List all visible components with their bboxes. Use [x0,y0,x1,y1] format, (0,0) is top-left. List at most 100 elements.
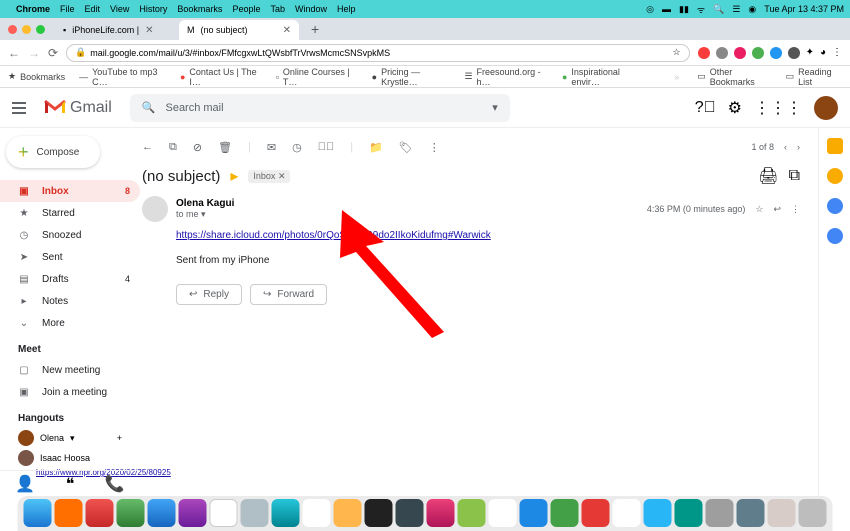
keep-addon-icon[interactable] [827,168,843,184]
menu-view[interactable]: View [110,4,129,14]
menu-tab[interactable]: Tab [270,4,285,14]
wifi-icon[interactable]: ᯤ [697,3,705,16]
powerpoint-icon[interactable] [582,499,610,527]
main-menu-icon[interactable] [12,102,26,114]
extensions-puzzle-icon[interactable]: ✦ [806,47,814,58]
move-to-icon[interactable]: 📁 [369,141,383,154]
settings-gear-icon[interactable]: ⚙ [728,98,742,118]
voiceover-icon[interactable]: ◎ [646,4,654,15]
trash-icon[interactable] [799,499,827,527]
bookmark-item[interactable]: —YouTube to mp3 C… [79,67,166,87]
sidebar-item-inbox[interactable]: ▣Inbox8 [0,180,140,202]
reply-button[interactable]: ↩Reply [176,284,242,305]
meet-join-meeting[interactable]: ▣Join a meeting [0,381,140,403]
sidebar-item-sent[interactable]: ➤Sent [0,246,140,268]
icloud-share-link[interactable]: https://share.icloud.com/photos/0rQoSTt6… [176,230,491,241]
siri-icon[interactable]: ◉ [748,4,756,15]
dock-app-icon[interactable] [644,499,672,527]
dock-app-icon[interactable] [86,499,114,527]
reading-list[interactable]: ▭Reading List [786,67,842,87]
apps-grid-icon[interactable]: ⋮⋮⋮ [754,98,802,118]
new-chat-icon[interactable]: + [117,433,122,443]
reply-icon[interactable]: ↩ [773,204,781,215]
sidebar-item-more[interactable]: ⌄More [0,312,140,334]
dock-app-icon[interactable] [675,499,703,527]
label-chip[interactable]: Inbox ✕ [248,170,290,183]
compose-button[interactable]: + Compose [6,136,100,168]
sidebar-item-starred[interactable]: ★Starred [0,202,140,224]
extension-icon[interactable] [788,47,800,59]
excel-icon[interactable] [551,499,579,527]
site-info-icon[interactable]: 🔒 [75,47,86,58]
menu-edit[interactable]: Edit [85,4,101,14]
mark-unread-icon[interactable]: ✉ [267,141,276,154]
flag-icon[interactable]: ▬ [662,4,671,14]
extension-icon[interactable] [770,47,782,59]
finder-icon[interactable] [24,499,52,527]
prev-page-icon[interactable]: ‹ [784,142,787,152]
account-avatar[interactable] [814,96,838,120]
labels-icon[interactable]: 🏷 [399,141,413,154]
bookmark-item[interactable]: ☰Freesound.org - h… [464,67,548,87]
hangout-contact[interactable]: Isaac Hoosa [0,448,140,468]
support-icon[interactable]: ?⃝ [695,99,716,117]
minimize-window-button[interactable] [22,25,31,34]
control-center-icon[interactable]: ☰ [732,4,740,15]
browser-tab[interactable]: ▪ iPhoneLife.com | ✕ [55,20,175,40]
dock-app-icon[interactable] [334,499,362,527]
report-spam-icon[interactable]: ⊘ [193,141,202,154]
dock-app-icon[interactable] [489,499,517,527]
dock-app-icon[interactable] [241,499,269,527]
extension-icon[interactable] [734,47,746,59]
sidebar-item-drafts[interactable]: ▤Drafts4 [0,268,140,290]
spotlight-icon[interactable]: 🔍 [713,4,724,15]
word-icon[interactable] [520,499,548,527]
hangout-self[interactable]: Olena▾ + [0,428,140,448]
bookmark-item[interactable]: ●Pricing — Krystle… [372,67,451,87]
menu-history[interactable]: History [139,4,167,14]
close-tab-icon[interactable]: ✕ [145,25,153,36]
bookmark-item[interactable]: ●Contact Us | The I… [180,67,262,87]
menu-bookmarks[interactable]: Bookmarks [177,4,222,14]
clock[interactable]: Tue Apr 13 4:37 PM [764,4,844,14]
menu-window[interactable]: Window [295,4,327,14]
dock-app-icon[interactable] [458,499,486,527]
star-bookmark-icon[interactable]: ☆ [672,47,680,58]
sidebar-item-notes[interactable]: ▸Notes [0,290,140,312]
gmail-logo[interactable]: Gmail [44,95,112,121]
extension-icon[interactable] [698,47,710,59]
hangouts-icon[interactable]: ❝ [66,474,75,494]
menu-file[interactable]: File [60,4,75,14]
browser-tab[interactable]: M (no subject) ✕ [179,20,299,40]
dock-app-icon[interactable] [365,499,393,527]
music-icon[interactable] [427,499,455,527]
system-prefs-icon[interactable] [737,499,765,527]
extension-icon[interactable] [716,47,728,59]
dock-app-icon[interactable] [179,499,207,527]
maximize-window-button[interactable] [36,25,45,34]
sidebar-item-snoozed[interactable]: ◷Snoozed [0,224,140,246]
print-icon[interactable]: 🖨 [758,166,778,186]
extension-icon[interactable] [752,47,764,59]
bookmark-item[interactable]: ▫Online Courses | T… [276,67,358,87]
close-tab-icon[interactable]: ✕ [283,25,291,36]
mail-icon[interactable] [148,499,176,527]
forward-button[interactable]: ↪Forward [250,284,327,305]
menu-people[interactable]: People [232,4,260,14]
dock-app-icon[interactable] [706,499,734,527]
chrome-menu-icon[interactable]: ⋮ [832,47,842,58]
important-marker-icon[interactable]: ▸ [230,166,238,186]
notes-icon[interactable] [303,499,331,527]
forward-button[interactable]: → [28,46,40,60]
message-menu-icon[interactable]: ⋮ [791,204,800,215]
chrome-icon[interactable] [613,499,641,527]
search-options-icon[interactable]: ▾ [492,101,498,114]
messages-icon[interactable] [117,499,145,527]
calendar-icon[interactable] [210,499,238,527]
calendar-addon-icon[interactable] [827,138,843,154]
close-window-button[interactable] [8,25,17,34]
tasks-addon-icon[interactable] [827,198,843,214]
other-bookmarks[interactable]: ▭Other Bookmarks [697,67,771,87]
reload-button[interactable]: ⟳ [48,46,58,60]
profile-icon[interactable]: ◕ [820,47,826,58]
